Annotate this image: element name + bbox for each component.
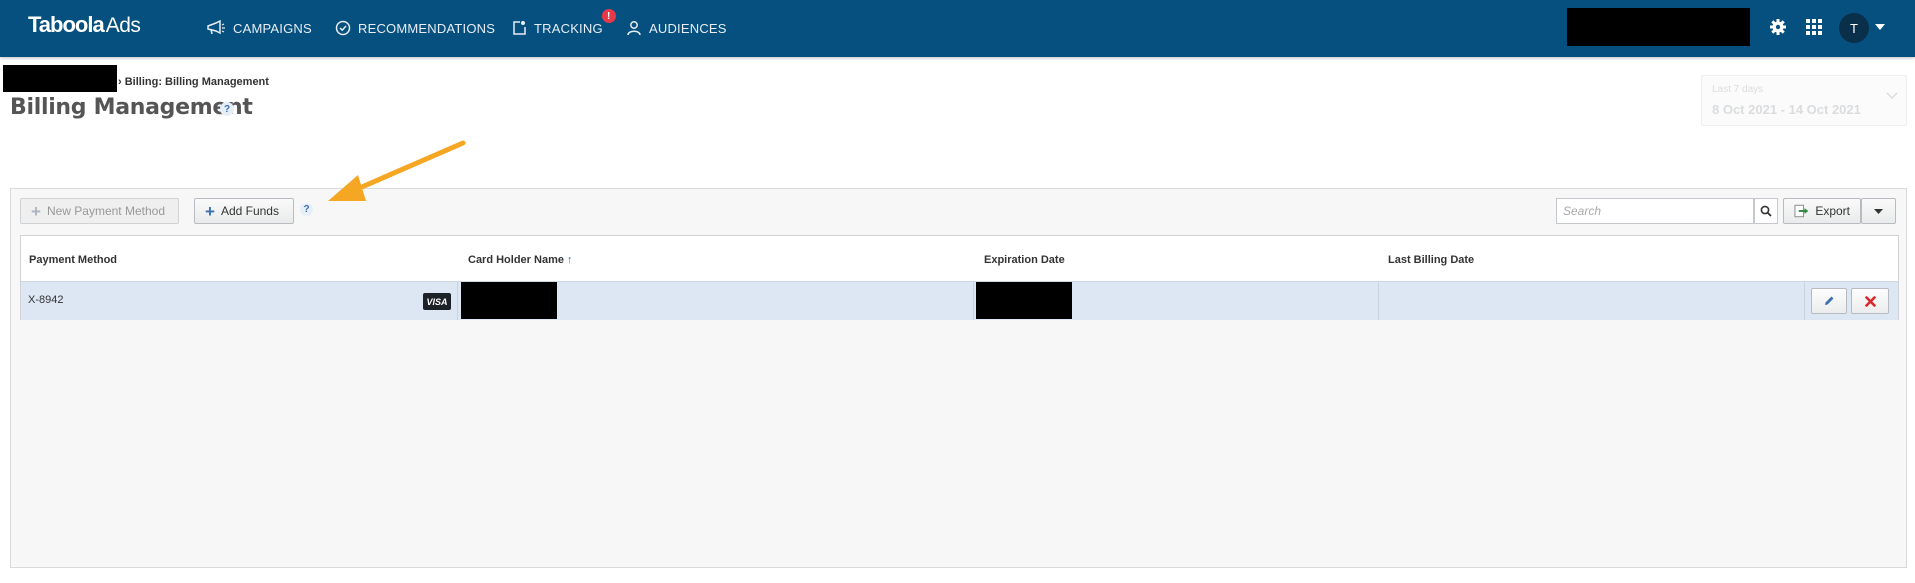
nav-item-tracking[interactable]: TRACKING ! <box>511 9 616 40</box>
column-header-payment-method[interactable]: Payment Method <box>29 254 117 266</box>
nav-item-audiences[interactable]: AUDIENCES <box>626 16 727 40</box>
date-range-value: 8 Oct 2021 - 14 Oct 2021 <box>1712 102 1861 117</box>
nav-label-tracking: TRACKING <box>534 20 603 36</box>
column-header-expiration-date[interactable]: Expiration Date <box>984 254 1065 266</box>
user-avatar[interactable]: T <box>1839 13 1869 43</box>
annotation-arrow-icon <box>328 140 466 201</box>
new-payment-method-button[interactable]: + New Payment Method <box>20 198 179 224</box>
gear-icon[interactable] <box>1768 17 1788 37</box>
export-button[interactable]: Export <box>1783 198 1861 224</box>
export-dropdown-button[interactable] <box>1861 198 1896 224</box>
apps-grid-icon[interactable] <box>1804 17 1824 37</box>
nav-label-recommendations: RECOMMENDATIONS <box>358 20 496 36</box>
check-circle-icon <box>335 20 351 36</box>
export-icon <box>1794 204 1809 218</box>
nav-item-campaigns[interactable]: CAMPAIGNS <box>206 16 312 40</box>
cell-divider <box>1804 282 1805 320</box>
add-funds-label: Add Funds <box>220 204 279 218</box>
cell-divider <box>973 282 974 320</box>
visa-card-icon: VISA <box>423 293 451 310</box>
plus-icon: + <box>205 201 215 221</box>
column-header-card-holder-name[interactable]: Card Holder Name ↑ <box>468 254 573 266</box>
pencil-icon <box>1825 296 1834 305</box>
date-range-label: Last 7 days <box>1712 84 1764 95</box>
account-selector-redacted[interactable] <box>1567 8 1750 46</box>
nav-item-recommendations[interactable]: RECOMMENDATIONS <box>335 16 495 40</box>
expiration-cell-redacted <box>976 282 1072 319</box>
column-header-last-billing-date[interactable]: Last Billing Date <box>1388 254 1474 266</box>
payment-methods-table: Payment Method Card Holder Name ↑ Expira… <box>20 235 1899 320</box>
edit-button[interactable] <box>1811 288 1847 314</box>
payment-method-cell: X-8942 <box>28 294 64 306</box>
person-icon <box>627 21 641 36</box>
breadcrumb: › Billing: Billing Management <box>118 76 269 88</box>
nav-label-audiences: AUDIENCES <box>649 20 727 36</box>
add-funds-button[interactable]: + Add Funds <box>194 198 294 224</box>
cell-divider <box>1378 282 1379 320</box>
date-range-picker[interactable]: Last 7 days 8 Oct 2021 - 14 Oct 2021 <box>1701 75 1907 126</box>
search-input[interactable] <box>1556 198 1754 224</box>
table-row[interactable]: X-8942 VISA <box>21 281 1898 320</box>
page-help-icon[interactable]: ? <box>220 102 234 116</box>
column-header-card-holder-label: Card Holder Name <box>468 254 564 266</box>
megaphone-icon <box>207 20 225 35</box>
tracking-icon <box>513 21 526 35</box>
card-holder-cell-redacted <box>461 282 557 319</box>
export-label: Export <box>1815 204 1850 218</box>
top-nav-bar: Taboola Ads CAMPAIGNS RECOMMENDATIONS TR… <box>0 0 1915 57</box>
breadcrumb-root-redacted[interactable] <box>3 65 117 92</box>
tracking-alert-badge: ! <box>601 9 616 23</box>
new-payment-method-label: New Payment Method <box>46 204 165 218</box>
close-icon <box>1864 295 1876 307</box>
add-funds-help-icon[interactable]: ? <box>300 203 313 216</box>
caret-down-icon <box>1874 208 1883 214</box>
nav-label-campaigns: CAMPAIGNS <box>233 20 312 36</box>
sort-asc-icon: ↑ <box>567 254 573 266</box>
cell-divider <box>457 282 458 320</box>
delete-button[interactable] <box>1851 288 1889 314</box>
brand-suffix: Ads <box>105 14 141 37</box>
plus-icon: + <box>31 201 41 221</box>
brand-name: Taboola <box>28 12 105 37</box>
search-button[interactable] <box>1754 198 1778 224</box>
search-icon <box>1760 205 1772 217</box>
page-title: Billing Management <box>10 95 253 120</box>
chevron-down-icon <box>1886 92 1898 100</box>
taboola-ads-logo[interactable]: Taboola Ads <box>28 12 141 44</box>
user-menu-caret-icon[interactable] <box>1874 22 1886 32</box>
